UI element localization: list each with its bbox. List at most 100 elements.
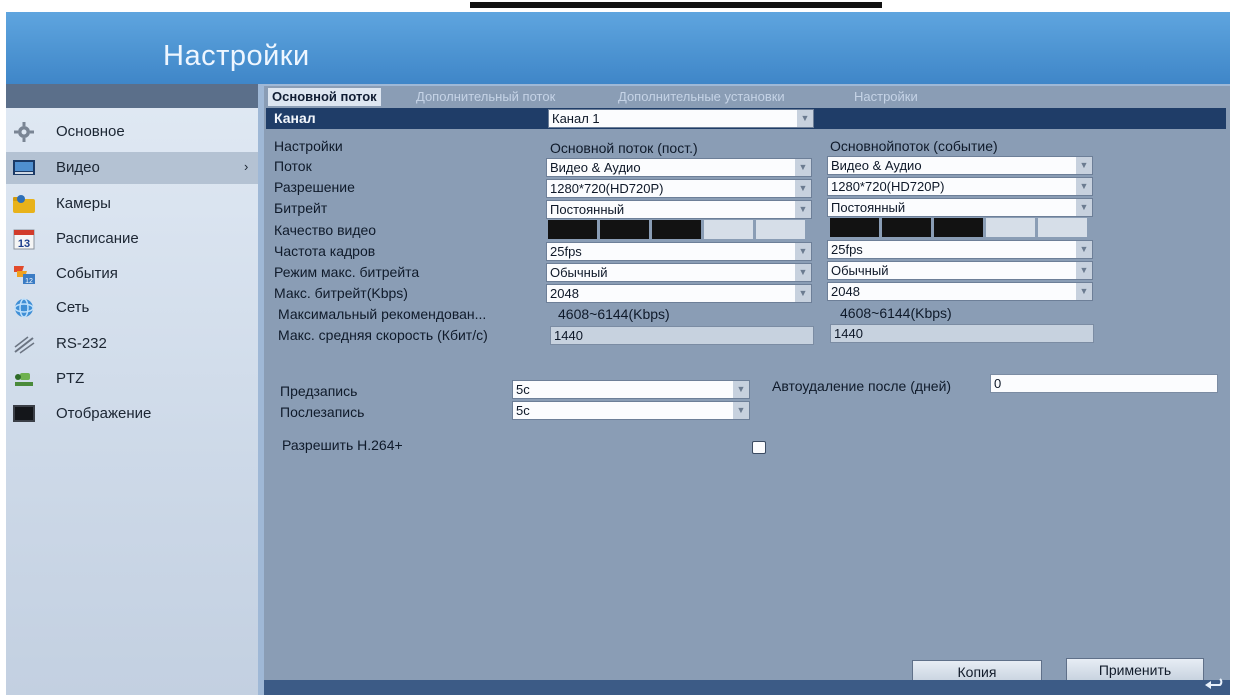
- chevron-down-icon: ▼: [733, 381, 749, 398]
- frame-rate-label: Частота кадров: [274, 243, 376, 259]
- max-bitrate-mode-select-event[interactable]: Обычный ▼: [827, 261, 1093, 280]
- gear-icon: [14, 122, 34, 142]
- h264plus-checkbox[interactable]: [752, 441, 766, 454]
- sidebar-item-label: Сеть: [56, 299, 90, 316]
- quality-segment[interactable]: [704, 220, 753, 239]
- chevron-down-icon: ▼: [795, 180, 811, 197]
- input-value: 0: [994, 376, 1002, 391]
- select-value: 25fps: [831, 242, 863, 257]
- avg-speed-label: Макс. средняя скорость (Кбит/с): [278, 327, 488, 343]
- sidebar-item-general[interactable]: Основное: [6, 116, 258, 148]
- stream-type-select-const[interactable]: Видео & Аудио ▼: [546, 158, 812, 177]
- select-value: Видео & Аудио: [550, 160, 641, 175]
- title-bar: Настройки: [6, 12, 1230, 84]
- quality-segment[interactable]: [934, 218, 983, 237]
- chevron-down-icon: ▼: [1076, 262, 1092, 279]
- max-bitrate-mode-label: Режим макс. битрейта: [274, 264, 420, 280]
- stream-type-select-event[interactable]: Видео & Аудио ▼: [827, 156, 1093, 175]
- bitrate-type-label: Битрейт: [274, 200, 328, 216]
- pre-record-select[interactable]: 5с ▼: [512, 380, 750, 399]
- avg-speed-input-const[interactable]: 1440: [550, 326, 814, 345]
- svg-text:12: 12: [25, 278, 33, 285]
- apply-button[interactable]: Применить: [1066, 658, 1204, 682]
- sidebar-item-label: Отображение: [56, 405, 152, 422]
- frame-rate-select-const[interactable]: 25fps ▼: [546, 242, 812, 261]
- avg-speed-input-event[interactable]: 1440: [830, 324, 1094, 343]
- sidebar-item-ptz[interactable]: PTZ: [6, 363, 258, 395]
- input-value: 1440: [554, 328, 583, 343]
- window-title: Настройки: [163, 40, 310, 72]
- quality-segment[interactable]: [756, 220, 805, 239]
- tab-sub-stream[interactable]: Дополнительный поток: [412, 88, 559, 106]
- chevron-down-icon: ▼: [795, 285, 811, 302]
- channel-label: Канал: [274, 110, 316, 126]
- quality-segment[interactable]: [986, 218, 1035, 237]
- auto-delete-input[interactable]: 0: [990, 374, 1218, 393]
- tab-settings[interactable]: Настройки: [850, 88, 922, 106]
- video-icon: [13, 160, 35, 175]
- quality-segment[interactable]: [600, 220, 649, 239]
- resolution-select-event[interactable]: 1280*720(HD720P) ▼: [827, 177, 1093, 196]
- bitrate-type-select-event[interactable]: Постоянный ▼: [827, 198, 1093, 217]
- tab-bar: Основной поток Дополнительный поток Допо…: [264, 86, 1230, 108]
- tab-advanced[interactable]: Дополнительные установки: [614, 88, 789, 106]
- frame-rate-select-event[interactable]: 25fps ▼: [827, 240, 1093, 259]
- camera-folder-icon: [13, 195, 35, 213]
- h264plus-label: Разрешить H.264+: [282, 437, 403, 453]
- select-value: 2048: [831, 284, 860, 299]
- resolution-select-const[interactable]: 1280*720(HD720P) ▼: [546, 179, 812, 198]
- quality-segment[interactable]: [548, 220, 597, 239]
- video-quality-slider-event[interactable]: [830, 218, 1090, 237]
- sidebar-item-rs232[interactable]: RS-232: [6, 328, 258, 360]
- back-arrow-icon[interactable]: [1204, 677, 1226, 693]
- quality-segment[interactable]: [1038, 218, 1087, 237]
- sidebar-item-display[interactable]: Отображение: [6, 398, 258, 430]
- channel-value: Канал 1: [552, 111, 600, 126]
- max-bitrate-select-const[interactable]: 2048 ▼: [546, 284, 812, 303]
- select-value: 5с: [516, 403, 530, 418]
- network-icon: [14, 298, 34, 318]
- select-value: 1280*720(HD720P): [550, 181, 664, 196]
- select-value: Обычный: [831, 263, 889, 278]
- settings-header-label: Настройки: [274, 138, 343, 154]
- video-quality-slider-const[interactable]: [548, 220, 808, 239]
- video-quality-label: Качество видео: [274, 222, 377, 238]
- post-record-select[interactable]: 5с ▼: [512, 401, 750, 420]
- chevron-down-icon: ▼: [795, 201, 811, 218]
- sidebar-item-video[interactable]: Видео ›: [6, 152, 258, 184]
- chevron-down-icon: ▼: [1076, 283, 1092, 300]
- sidebar-item-events[interactable]: 12 События: [6, 258, 258, 290]
- chevron-down-icon: ▼: [1076, 199, 1092, 216]
- bitrate-type-select-const[interactable]: Постоянный ▼: [546, 200, 812, 219]
- resolution-label: Разрешение: [274, 179, 355, 195]
- max-bitrate-mode-select-const[interactable]: Обычный ▼: [546, 263, 812, 282]
- channel-bar: Канал Канал 1 ▼: [266, 108, 1226, 129]
- recommended-bitrate-event: 4608~6144(Kbps): [840, 305, 952, 321]
- photo-top-bar: [470, 2, 882, 8]
- sidebar-item-schedule[interactable]: 13 Расписание: [6, 223, 258, 255]
- channel-select[interactable]: Канал 1 ▼: [548, 109, 814, 128]
- sidebar-item-label: Камеры: [56, 195, 111, 212]
- select-value: Видео & Аудио: [831, 158, 922, 173]
- tab-main-stream[interactable]: Основной поток: [268, 88, 381, 106]
- col2-header: Основнойпоток (событие): [830, 138, 998, 154]
- chevron-down-icon: ▼: [1076, 241, 1092, 258]
- select-value: Постоянный: [831, 200, 906, 215]
- quality-segment[interactable]: [882, 218, 931, 237]
- submenu-arrow: ›: [244, 159, 249, 174]
- sidebar-header: [6, 84, 258, 108]
- quality-segment[interactable]: [830, 218, 879, 237]
- chevron-down-icon: ▼: [795, 243, 811, 260]
- stream-type-label: Поток: [274, 158, 312, 174]
- max-bitrate-select-event[interactable]: 2048 ▼: [827, 282, 1093, 301]
- sidebar-item-label: Основное: [56, 123, 125, 140]
- chevron-down-icon: ▼: [797, 110, 813, 127]
- display-icon: [13, 405, 35, 422]
- ptz-icon: [15, 373, 33, 386]
- sidebar: Основное Видео › Камеры 13 Расписание 12…: [6, 108, 258, 695]
- sidebar-item-cameras[interactable]: Камеры: [6, 188, 258, 220]
- chevron-down-icon: ▼: [795, 264, 811, 281]
- quality-segment[interactable]: [652, 220, 701, 239]
- event-icon: 12: [14, 266, 35, 285]
- sidebar-item-network[interactable]: Сеть: [6, 292, 258, 324]
